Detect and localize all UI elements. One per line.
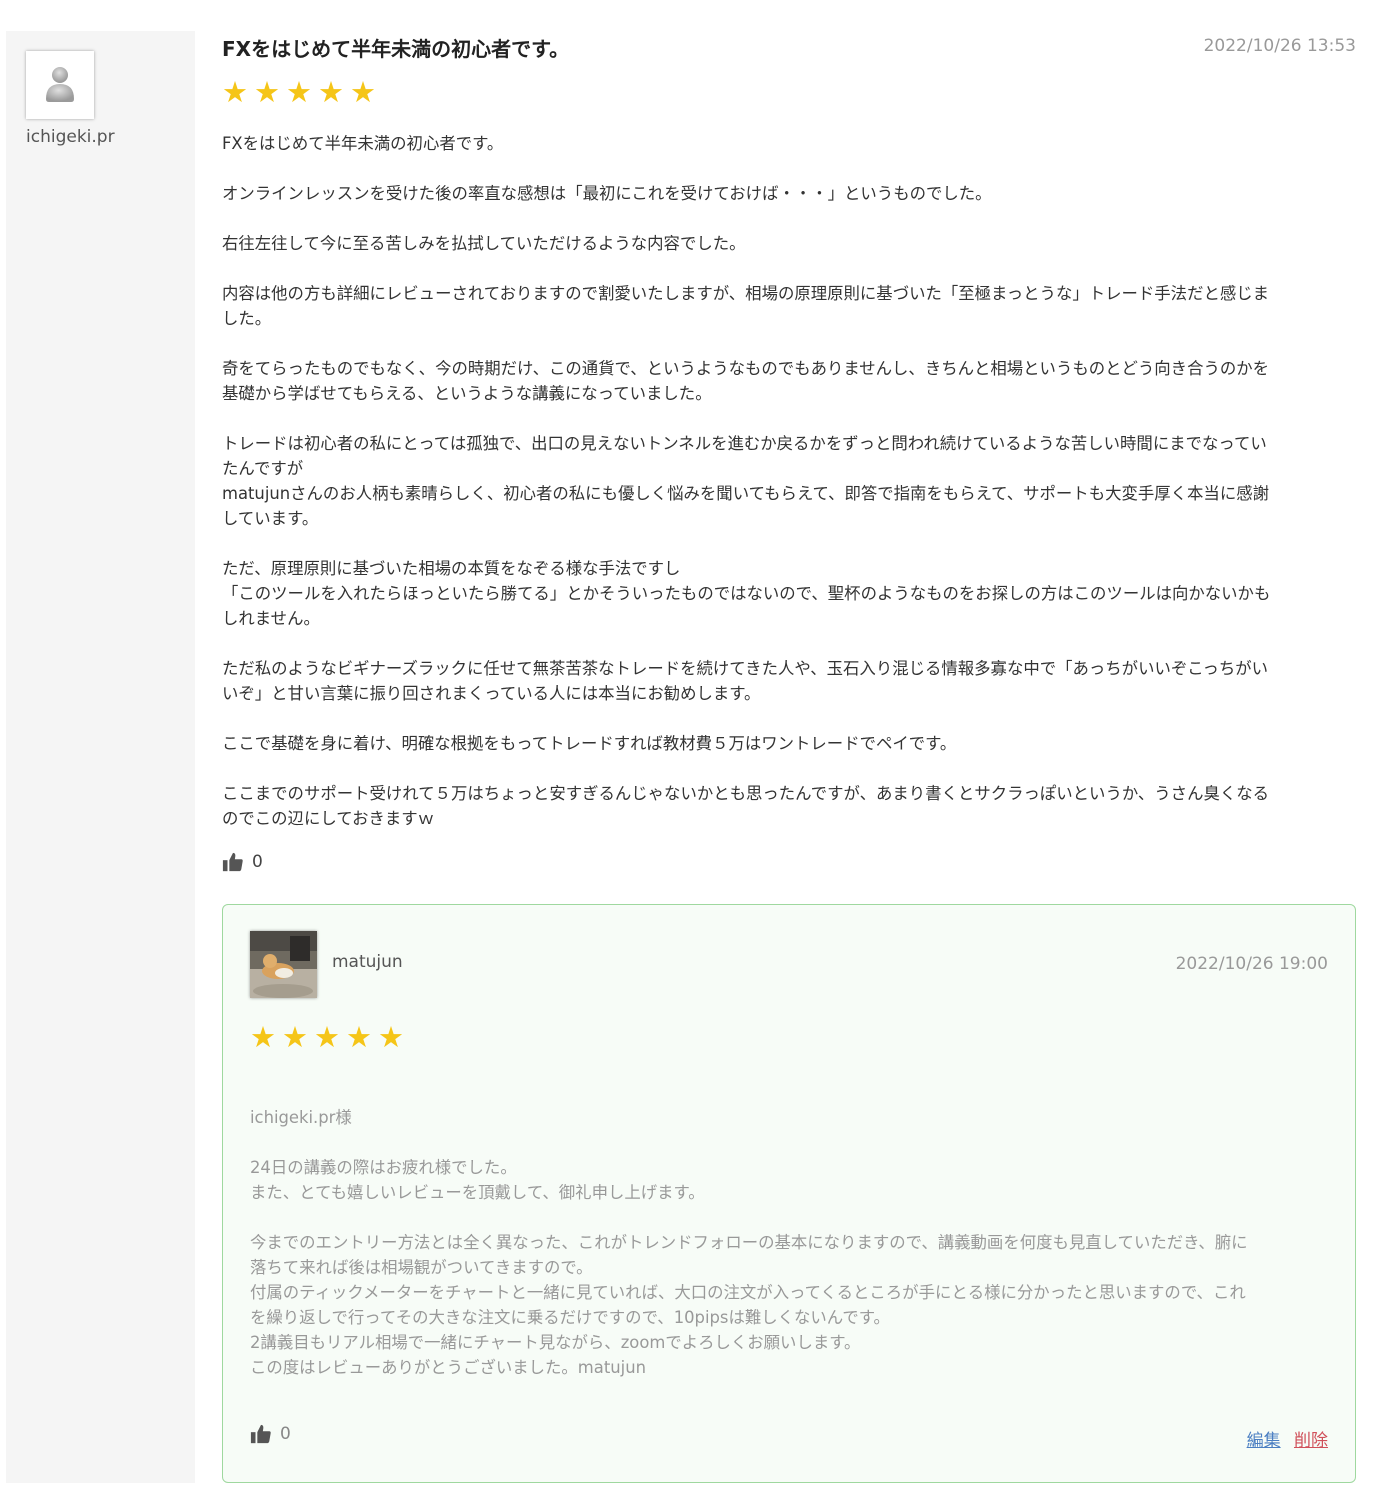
review-paragraph: ここまでのサポート受けれて５万はちょっと安すぎるんじゃないかとも思ったんですが、… — [222, 781, 1356, 831]
review-paragraph: トレードは初心者の私にとっては孤独で、出口の見えないトンネルを進むか戻るかをずっ… — [222, 431, 1356, 531]
review-like-button[interactable]: 0 — [222, 851, 263, 873]
reply-text-line: 24日の講義の際はお疲れ様でした。 — [250, 1158, 517, 1177]
review-text-line: トレードは初心者の私にとっては孤独で、出口の見えないトンネルを進むか戻るかをずっ… — [222, 434, 1267, 453]
reply-paragraph: 今までのエントリー方法とは全く異なった、これがトレンドフォローの基本になりますの… — [250, 1230, 1330, 1380]
reply-body: ichigeki.pr様 24日の講義の際はお疲れ様でした。また、とても嬉しいレビ… — [250, 1105, 1330, 1405]
reply-text-line: 2講義目もリアル相場で一緒にチャート見ながら、zoomでよろしくお願いします。 — [250, 1333, 861, 1352]
delete-link[interactable]: 削除 — [1294, 1431, 1328, 1451]
review-paragraph: ただ、原理原則に基づいた相場の本質をなぞる様な手法ですし「このツールを入れたらほ… — [222, 556, 1356, 631]
reply-actions: 編集 削除 — [1247, 1426, 1328, 1451]
review-paragraph: 右往左往して今に至る苦しみを払拭していただけるような内容でした。 — [222, 231, 1356, 256]
review-like-count: 0 — [252, 852, 263, 872]
review-text-line: しれません。 — [222, 609, 320, 628]
review-text-line: した。 — [222, 309, 272, 328]
review-paragraph: オンラインレッスンを受けた後の率直な感想は「最初にこれを受けておけば・・・」とい… — [222, 181, 1356, 206]
reply-rating-stars: ★★★★★ — [250, 1020, 410, 1054]
review-date: 2022/10/26 13:53 — [1203, 36, 1356, 56]
reviewer-name[interactable]: ichigeki.pr — [26, 127, 115, 147]
reviewer-sidebar: ichigeki.pr — [6, 31, 195, 1483]
reply-date: 2022/10/26 19:00 — [1175, 954, 1328, 974]
review-paragraph: ただ私のようなビギナーズラックに任せて無茶苦茶なトレードを続けてきた人や、玉石入… — [222, 656, 1356, 706]
review-text-line: ここで基礎を身に着け、明確な根拠をもってトレードすれば教材費５万はワントレードで… — [222, 734, 957, 753]
review-text-line: FXをはじめて半年未満の初心者です。 — [222, 134, 504, 153]
review-text-line: のでこの辺にしておきますｗ — [222, 809, 435, 828]
reply-like-count: 0 — [280, 1424, 291, 1444]
edit-link[interactable]: 編集 — [1247, 1431, 1281, 1451]
review-paragraph: FXをはじめて半年未満の初心者です。 — [222, 131, 1356, 156]
review-body: FXをはじめて半年未満の初心者です。オンラインレッスンを受けた後の率直な感想は「… — [222, 131, 1356, 856]
reply-text-line: この度はレビューありがとうございました。matujun — [250, 1358, 646, 1377]
reply-paragraph: ichigeki.pr様 — [250, 1105, 1330, 1130]
review-text-line: ここまでのサポート受けれて５万はちょっと安すぎるんじゃないかとも思ったんですが、… — [222, 784, 1270, 803]
review-text-line: 内容は他の方も詳細にレビューされておりますので割愛いたしますが、相場の原理原則に… — [222, 284, 1270, 303]
review-paragraph: 奇をてらったものでもなく、今の時期だけ、この通貨で、というようなものでもありませ… — [222, 356, 1356, 406]
review-title: FXをはじめて半年未満の初心者です。 — [222, 37, 570, 61]
reply-text-line: ichigeki.pr様 — [250, 1108, 352, 1127]
review-text-line: matujunさんのお人柄も素晴らしく、初心者の私にも優しく悩みを聞いてもらえて… — [222, 484, 1269, 503]
review-text-line: 右往左往して今に至る苦しみを払拭していただけるような内容でした。 — [222, 234, 746, 253]
reply-text-line: また、とても嬉しいレビューを頂戴して、御礼申し上げます。 — [250, 1183, 705, 1202]
default-avatar-icon[interactable] — [26, 51, 94, 119]
reply-text-line: を繰り返しで行ってその大きな注文に乗るだけですので、10pipsは難しくないんで… — [250, 1308, 890, 1327]
review-paragraph: ここで基礎を身に着け、明確な根拠をもってトレードすれば教材費５万はワントレードで… — [222, 731, 1356, 756]
reply-like-button[interactable]: 0 — [250, 1423, 291, 1445]
review-text-line: ただ、原理原則に基づいた相場の本質をなぞる様な手法ですし — [222, 559, 681, 578]
review-text-line: 基礎から学ばせてもらえる、というような講義になっていました。 — [222, 384, 712, 403]
reply-text-line: 今までのエントリー方法とは全く異なった、これがトレンドフォローの基本になりますの… — [250, 1233, 1248, 1252]
review-text-line: オンラインレッスンを受けた後の率直な感想は「最初にこれを受けておけば・・・」とい… — [222, 184, 992, 203]
review-text-line: 「このツールを入れたらほっといたら勝てる」とかそういったものではないので、聖杯の… — [222, 584, 1271, 603]
thumbs-up-icon — [222, 852, 243, 872]
review-text-line: 奇をてらったものでもなく、今の時期だけ、この通貨で、というようなものでもありませ… — [222, 359, 1270, 378]
reply-paragraph: 24日の講義の際はお疲れ様でした。また、とても嬉しいレビューを頂戴して、御礼申し… — [250, 1155, 1330, 1205]
reply-text-line: 落ちて来れば後は相場観がついてきますので。 — [250, 1258, 593, 1277]
review-text-line: たんですが — [222, 459, 304, 478]
review-text-line: しています。 — [222, 509, 319, 528]
reply-text-line: 付属のティックメーターをチャートと一緒に見ていれば、大口の注文が入ってくるところ… — [250, 1283, 1246, 1302]
reply-author-name[interactable]: matujun — [332, 952, 403, 972]
review-paragraph: 内容は他の方も詳細にレビューされておりますので割愛いたしますが、相場の原理原則に… — [222, 281, 1356, 331]
review-text-line: ただ私のようなビギナーズラックに任せて無茶苦茶なトレードを続けてきた人や、玉石入… — [222, 659, 1269, 678]
thumbs-up-icon — [250, 1424, 271, 1444]
reply-card: matujun 2022/10/26 19:00 ★★★★★ ichigeki.… — [222, 904, 1356, 1483]
reply-avatar-image[interactable] — [250, 931, 317, 998]
review-text-line: いぞ」と甘い言葉に振り回されまくっている人には本当にお勧めします。 — [222, 684, 761, 703]
review-rating-stars: ★★★★★ — [222, 75, 382, 109]
